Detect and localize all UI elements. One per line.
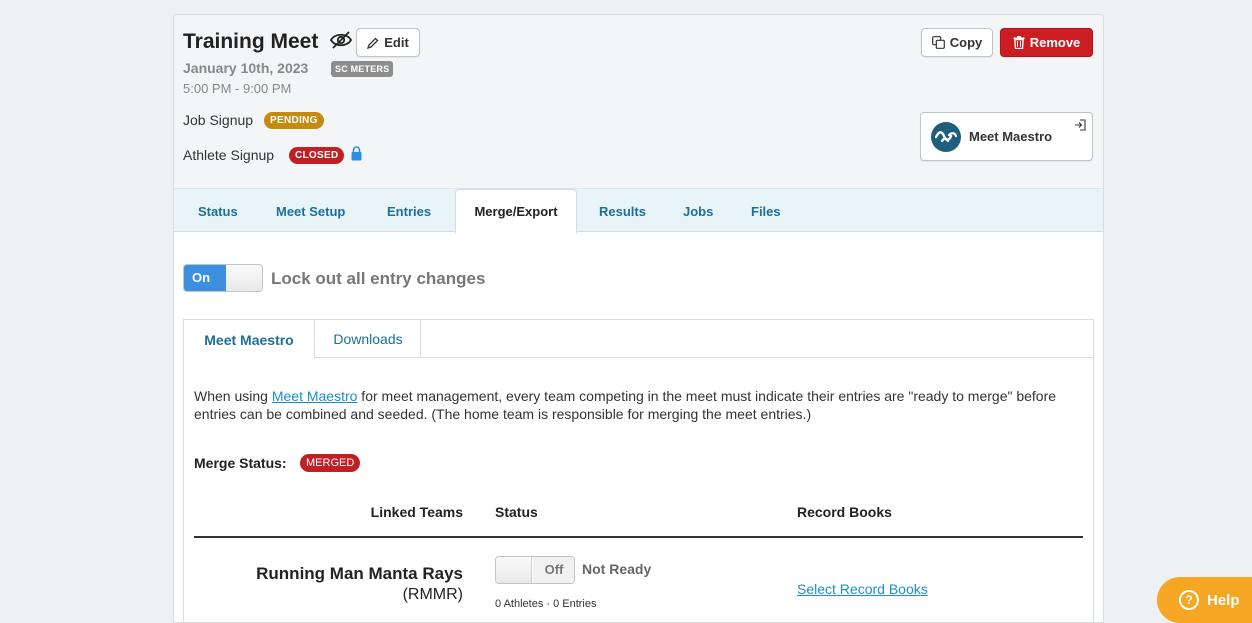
edit-label: Edit <box>384 35 409 50</box>
help-question-icon: ? <box>1179 590 1199 610</box>
merge-description: When using Meet Maestro for meet managem… <box>194 387 1064 423</box>
tab-files[interactable]: Files <box>751 189 781 233</box>
merge-status-badge: MERGED <box>300 454 361 472</box>
edit-button[interactable]: Edit <box>356 28 420 57</box>
subtab-meet-maestro[interactable]: Meet Maestro <box>184 320 315 359</box>
merge-panel: Meet Maestro Downloads When using Meet M… <box>183 319 1094 622</box>
ready-toggle-off-label: Off <box>533 557 574 583</box>
subtab-downloads[interactable]: Downloads <box>316 320 421 358</box>
pencil-icon <box>367 37 379 49</box>
meet-header: Training Meet Edit January 10th, 2023 SC… <box>174 15 1103 188</box>
lockout-toggle-on-label: On <box>184 265 226 291</box>
athlete-entry-counts: 0 Athletes · 0 Entries <box>495 598 597 610</box>
help-button[interactable]: ? Help <box>1157 577 1252 623</box>
tab-meet-setup[interactable]: Meet Setup <box>276 189 345 233</box>
ready-toggle-knob <box>496 557 532 583</box>
meet-card: Training Meet Edit January 10th, 2023 SC… <box>173 14 1104 623</box>
meet-time: 5:00 PM - 9:00 PM <box>183 81 292 96</box>
team-code: (RMMR) <box>402 586 463 603</box>
help-label: Help <box>1207 591 1240 609</box>
tab-results[interactable]: Results <box>599 189 646 233</box>
trash-icon <box>1013 36 1025 49</box>
athlete-signup-status-badge: CLOSED <box>289 147 345 164</box>
meet-maestro-button[interactable]: Meet Maestro <box>920 112 1093 161</box>
athlete-signup-label: Athlete Signup <box>183 147 275 163</box>
merge-status-label: Merge Status: <box>194 455 287 471</box>
meet-maestro-link[interactable]: Meet Maestro <box>272 388 358 404</box>
copy-button[interactable]: Copy <box>921 28 993 57</box>
meet-maestro-label: Meet Maestro <box>969 129 1053 144</box>
remove-label: Remove <box>1029 35 1081 50</box>
lock-icon <box>351 146 362 161</box>
tab-entries[interactable]: Entries <box>387 189 431 233</box>
job-signup-status-badge: PENDING <box>264 112 324 129</box>
meet-tabs: Status Meet Setup Entries Merge/Export R… <box>174 188 1103 234</box>
meet-date: January 10th, 2023 <box>183 60 309 76</box>
meet-maestro-logo-icon <box>931 121 961 152</box>
meet-title: Training Meet <box>183 30 319 53</box>
description-text-start: When using <box>194 388 272 404</box>
header-record-books: Record Books <box>797 504 892 520</box>
copy-icon <box>931 36 945 49</box>
select-record-books-link[interactable]: Select Record Books <box>797 581 928 597</box>
job-signup-label: Job Signup <box>183 112 254 128</box>
ready-toggle[interactable]: Off <box>495 556 575 584</box>
lockout-toggle[interactable]: On <box>183 264 263 292</box>
header-linked-teams: Linked Teams <box>370 504 463 520</box>
team-name: Running Man Manta Rays <box>256 564 463 583</box>
tab-merge-export[interactable]: Merge/Export <box>455 189 577 234</box>
remove-button[interactable]: Remove <box>1000 28 1093 57</box>
tab-status[interactable]: Status <box>198 189 238 233</box>
login-icon <box>1075 119 1086 131</box>
tab-jobs[interactable]: Jobs <box>683 189 713 233</box>
header-status: Status <box>495 504 538 520</box>
hidden-eye-icon <box>329 31 353 49</box>
merge-subtabs: Meet Maestro Downloads <box>184 320 1093 359</box>
copy-label: Copy <box>949 35 983 50</box>
header-divider <box>194 536 1083 538</box>
course-badge: SC METERS <box>331 61 394 77</box>
ready-state-label: Not Ready <box>582 561 652 577</box>
lockout-toggle-knob <box>226 265 262 291</box>
lockout-label: Lock out all entry changes <box>271 269 486 288</box>
